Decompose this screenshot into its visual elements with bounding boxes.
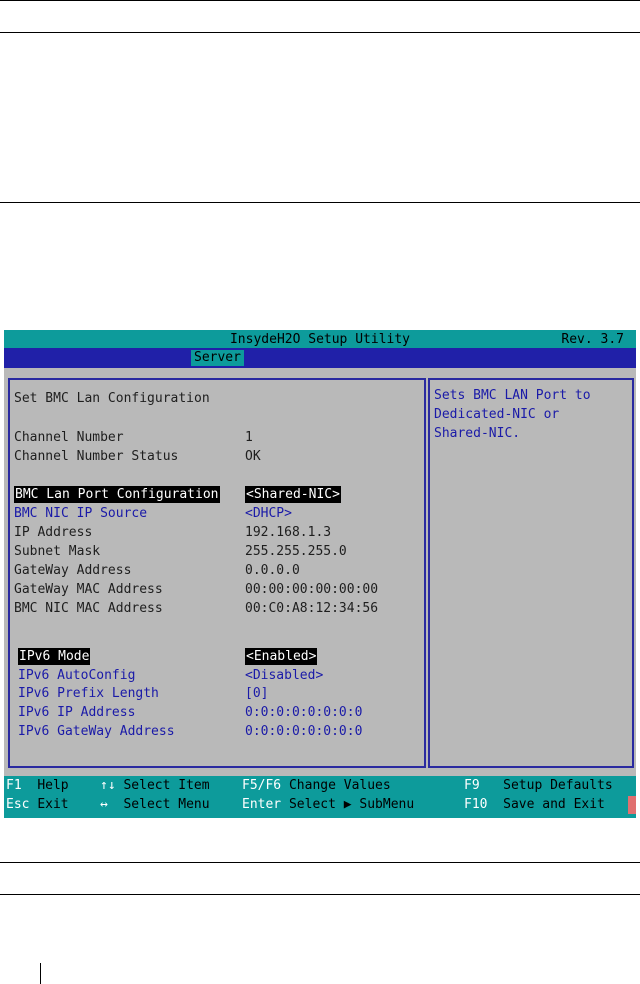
channel-status-value: OK — [245, 449, 261, 464]
change-values-label: Change Values — [288, 778, 391, 793]
channel-status-label: Channel Number Status — [14, 449, 179, 464]
help-text: Sets BMC LAN Port to Dedicated-NIC or Sh… — [434, 388, 591, 441]
submenu-label: Select ▶ SubMenu — [288, 797, 415, 812]
select-item-label: Select Item — [123, 778, 210, 793]
setup-defaults-label: Setup Defaults — [503, 778, 613, 793]
ip-address-label: IP Address — [14, 525, 93, 540]
gateway-mac-label: GateWay MAC Address — [14, 582, 163, 597]
ip-source-value[interactable]: <DHCP> — [245, 505, 292, 522]
f10-key: F10 — [464, 797, 488, 812]
select-menu-label: Select Menu — [123, 797, 210, 812]
ipv6-mode-value[interactable]: <Enabled> — [245, 648, 318, 665]
ip-address-value: 192.168.1.3 — [245, 525, 332, 540]
gateway-address-label: GateWay Address — [14, 563, 132, 578]
settings-panel: Set BMC Lan Configuration Channel Number… — [8, 378, 426, 768]
save-exit-label: Save and Exit — [503, 797, 605, 812]
ipv6-autoconfig-value[interactable]: <Disabled> — [245, 667, 323, 684]
f5-f6-key: F5/F6 — [242, 778, 282, 793]
ipv6-prefix-label[interactable]: IPv6 Prefix Length — [18, 685, 159, 702]
help-key-hint: F1 Help — [6, 777, 69, 795]
exit-key-hint: Esc Exit — [6, 796, 69, 814]
menu-bar: Server — [4, 348, 636, 368]
ipv6-prefix-value[interactable]: [0] — [245, 685, 268, 702]
subnet-mask-label: Subnet Mask — [14, 544, 101, 559]
esc-key: Esc — [6, 797, 30, 812]
enter-key: Enter — [242, 797, 282, 812]
tab-server[interactable]: Server — [191, 350, 244, 366]
ip-source-label[interactable]: BMC NIC IP Source — [14, 505, 147, 522]
f1-label: Help — [37, 778, 69, 793]
help-panel: Sets BMC LAN Port to Dedicated-NIC or Sh… — [428, 378, 634, 768]
submenu-hint: Enter Select ▶ SubMenu — [242, 796, 414, 814]
channel-number-value: 1 — [245, 430, 253, 445]
save-exit-hint: F10 Save and Exit — [464, 796, 605, 814]
revision-label: Rev. 3.7 — [561, 332, 624, 347]
ipv6-ip-label[interactable]: IPv6 IP Address — [18, 704, 135, 721]
lan-port-config-value[interactable]: <Shared-NIC> — [245, 486, 341, 503]
change-values-hint: F5/F6 Change Values — [242, 777, 391, 795]
ipv6-gateway-value[interactable]: 0:0:0:0:0:0:0:0 — [245, 723, 362, 740]
section-rule — [0, 202, 640, 203]
header-rule — [0, 32, 640, 33]
ipv6-gateway-label[interactable]: IPv6 GateWay Address — [18, 723, 175, 740]
section-heading: Set BMC Lan Configuration — [14, 391, 210, 406]
footer-rule-1 — [0, 862, 640, 863]
ipv6-autoconfig-label[interactable]: IPv6 AutoConfig — [18, 667, 135, 684]
f1-key: F1 — [6, 778, 22, 793]
page-margin-tick — [40, 963, 41, 984]
corner-marker — [628, 796, 636, 814]
subnet-mask-value: 255.255.255.0 — [245, 544, 347, 559]
f9-key: F9 — [464, 778, 480, 793]
select-item-hint: ↑↓ Select Item — [100, 777, 210, 795]
ipv6-mode-label[interactable]: IPv6 Mode — [18, 648, 91, 665]
lan-port-config-label[interactable]: BMC Lan Port Configuration — [14, 486, 220, 503]
top-rule — [0, 0, 640, 1]
bios-setup-screen: InsydeH2O Setup Utility Rev. 3.7 Server … — [4, 330, 636, 818]
channel-number-label: Channel Number — [14, 430, 124, 445]
setup-defaults-hint: F9 Setup Defaults — [464, 777, 613, 795]
nic-mac-value: 00:C0:A8:12:34:56 — [245, 601, 379, 616]
left-right-arrows-icon: ↔ — [100, 797, 108, 812]
gateway-mac-value: 00:00:00:00:00:00 — [245, 582, 379, 597]
gateway-address-value: 0.0.0.0 — [245, 563, 300, 578]
up-down-arrows-icon: ↑↓ — [100, 778, 116, 793]
title-bar: InsydeH2O Setup Utility Rev. 3.7 — [4, 330, 636, 348]
utility-title: InsydeH2O Setup Utility — [229, 332, 410, 347]
ipv6-ip-value[interactable]: 0:0:0:0:0:0:0:0 — [245, 704, 362, 721]
esc-label: Exit — [37, 797, 69, 812]
select-menu-hint: ↔ Select Menu — [100, 796, 210, 814]
footer-rule-2 — [0, 894, 640, 895]
nic-mac-label: BMC NIC MAC Address — [14, 601, 163, 616]
key-legend-bar: F1 Help ↑↓ Select Item F5/F6 Change Valu… — [4, 776, 636, 818]
